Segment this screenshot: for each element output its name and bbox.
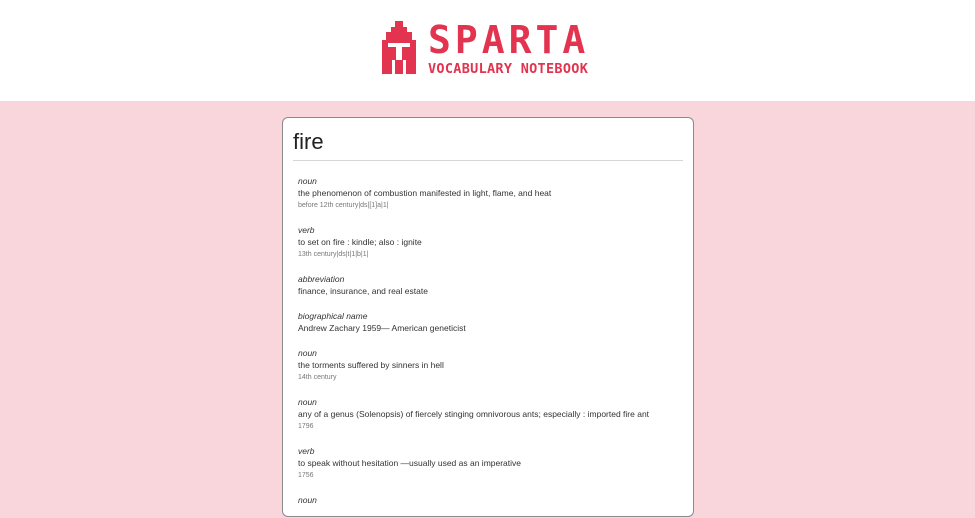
definition-item: noun the torments suffered by sinners in…: [298, 347, 683, 384]
spartan-helmet-icon: [382, 21, 416, 74]
part-of-speech: noun: [298, 397, 317, 407]
definition-date: 13th century|ds|t|1|b|1|: [298, 251, 369, 258]
part-of-speech: verb: [298, 225, 315, 235]
definition-item: noun: [298, 494, 683, 506]
part-of-speech: noun: [298, 348, 317, 358]
definition-text: the torments suffered by sinners in hell: [298, 360, 444, 370]
definition-item: biographical name Andrew Zachary 1959— A…: [298, 310, 683, 335]
divider: [293, 160, 683, 161]
definition-item: verb to set on fire : kindle; also : ign…: [298, 224, 683, 261]
app-logo[interactable]: SPARTA VOCABULARY NOTEBOOK: [380, 21, 598, 77]
definition-text: Andrew Zachary 1959— American geneticist: [298, 323, 466, 333]
part-of-speech: biographical name: [298, 311, 368, 321]
definition-text: the phenomenon of combustion manifested …: [298, 188, 552, 198]
definition-text: to speak without hesitation —usually use…: [298, 458, 522, 468]
app-header: SPARTA VOCABULARY NOTEBOOK: [0, 0, 975, 101]
definition-item: noun any of a genus (Solenopsis) of fier…: [298, 396, 683, 433]
part-of-speech: abbreviation: [298, 274, 345, 284]
definition-list: noun the phenomenon of combustion manife…: [298, 175, 683, 518]
part-of-speech: verb: [298, 446, 315, 456]
definition-date: 1796: [298, 423, 314, 430]
definition-item: abbreviation finance, insurance, and rea…: [298, 273, 683, 298]
definition-text: any of a genus (Solenopsis) of fiercely …: [298, 409, 650, 419]
definition-date: 14th century: [298, 374, 337, 381]
word-title: fire: [293, 129, 324, 154]
app-title: SPARTA: [428, 18, 590, 62]
definition-date: 1756: [298, 472, 314, 479]
part-of-speech: noun: [298, 176, 317, 186]
word-card: fire noun the phenomenon of combustion m…: [282, 117, 694, 517]
app-subtitle: VOCABULARY NOTEBOOK: [428, 61, 589, 77]
definition-text: finance, insurance, and real estate: [298, 286, 428, 296]
part-of-speech: noun: [298, 495, 317, 505]
definition-text: to set on fire : kindle; also : ignite: [298, 237, 422, 247]
definition-item: verb to speak without hesitation —usuall…: [298, 445, 683, 482]
definition-date: before 12th century|ds|[1]a|1|: [298, 202, 389, 209]
definition-item: noun the phenomenon of combustion manife…: [298, 175, 683, 212]
